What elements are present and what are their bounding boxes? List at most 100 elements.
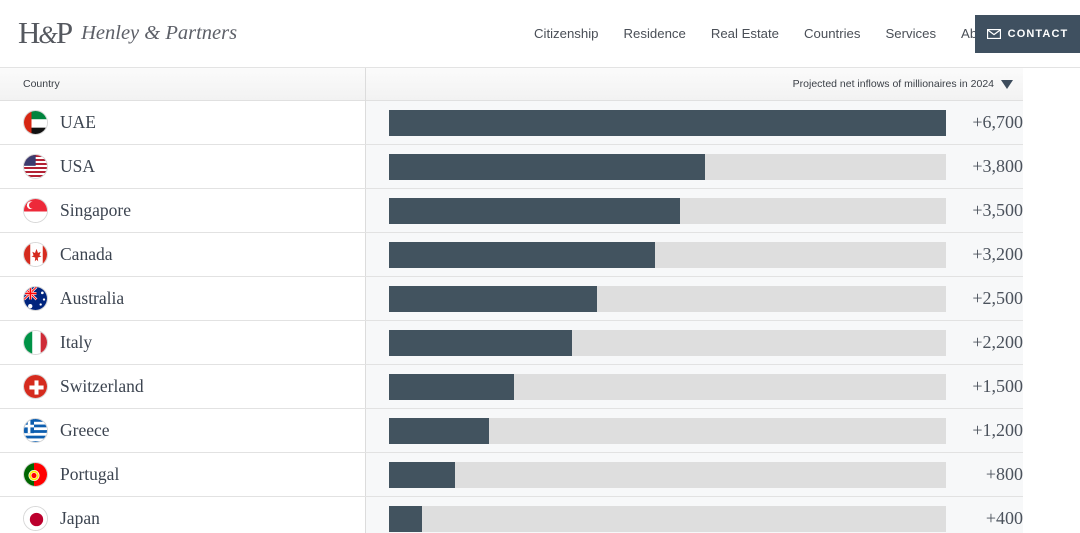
value-cell: +800 [946,453,1023,496]
nav-item-services[interactable]: Services [885,26,936,41]
contact-button[interactable]: CONTACT [975,15,1080,53]
bar-cell [366,409,946,452]
country-name: Greece [60,420,110,440]
flag-au-icon [23,286,48,311]
country-name: Canada [60,244,113,264]
bar-fill [389,241,656,268]
bar-cell [366,453,946,496]
country-name: Portugal [60,464,120,484]
value-cell: +2,200 [946,321,1023,364]
bar-fill [389,197,680,224]
value-cell: +1,200 [946,409,1023,452]
flag-gr-icon [23,418,48,443]
nav-item-countries[interactable]: Countries [804,26,860,41]
bar-fill [389,373,514,400]
bar-track [389,461,946,488]
value-cell: +3,500 [946,189,1023,232]
bar-cell [366,277,946,320]
table-row[interactable]: Greece +1,200 [0,409,1023,453]
table-body: UAE +6,700 USA +3,800 Singapore +3,500 Canada +… [0,101,1023,533]
nav-item-citizenship[interactable]: Citizenship [534,26,599,41]
table-row[interactable]: Switzerland +1,500 [0,365,1023,409]
value-cell: +6,700 [946,101,1023,144]
nav-item-residence[interactable]: Residence [624,26,686,41]
bar-track [389,285,946,312]
bar-cell [366,145,946,188]
flag-it-icon [23,330,48,355]
bar-cell [366,497,946,533]
flag-sg-icon [23,198,48,223]
contact-button-label: CONTACT [1007,28,1069,40]
bar-track [389,109,946,136]
bar-cell [366,365,946,408]
table-row[interactable]: Australia +2,500 [0,277,1023,321]
column-header-metric-label: Projected net inflows of millionaires in… [792,78,994,90]
bar-cell [366,101,946,144]
flag-ca-icon [23,242,48,267]
bar-fill [389,329,572,356]
flag-pt-icon [23,462,48,487]
value-cell: +400 [946,497,1023,533]
country-cell: Australia [0,277,366,320]
main-navigation: Citizenship Residence Real Estate Countr… [534,26,996,41]
bar-fill [389,285,597,312]
table-header-row: Country Projected net inflows of million… [0,67,1023,101]
bar-track [389,329,946,356]
bar-cell [366,189,946,232]
table-row[interactable]: USA +3,800 [0,145,1023,189]
value-cell: +3,800 [946,145,1023,188]
country-name: Italy [60,332,93,352]
table-row[interactable]: Portugal +800 [0,453,1023,497]
column-header-country[interactable]: Country [0,67,366,101]
envelope-icon [986,29,1001,39]
country-name: UAE [60,112,96,132]
brand-name: Henley & Partners [81,22,238,44]
table-row[interactable]: UAE +6,700 [0,101,1023,145]
column-header-country-label: Country [23,78,60,90]
nav-item-real-estate[interactable]: Real Estate [711,26,779,41]
bar-fill [389,153,705,180]
bar-cell [366,321,946,364]
flag-ch-icon [23,374,48,399]
bar-track [389,197,946,224]
country-cell: Portugal [0,453,366,496]
sort-descending-icon[interactable] [1001,79,1013,89]
country-cell: UAE [0,101,366,144]
column-header-metric[interactable]: Projected net inflows of millionaires in… [366,68,1023,101]
country-cell: Greece [0,409,366,452]
value-cell: +1,500 [946,365,1023,408]
table-row[interactable]: Japan +400 [0,497,1023,533]
bar-track [389,373,946,400]
country-name: Japan [60,508,100,528]
bar-fill [389,417,489,444]
table-row[interactable]: Singapore +3,500 [0,189,1023,233]
millionaire-inflows-table: Country Projected net inflows of million… [0,67,1023,533]
flag-jp-icon [23,506,48,531]
bar-track [389,241,946,268]
bar-fill [389,109,946,136]
country-name: Singapore [60,200,131,220]
site-header: H&P Henley & Partners Citizenship Reside… [0,0,1080,68]
country-cell: Singapore [0,189,366,232]
bar-fill [389,461,456,488]
bar-track [389,505,946,532]
country-name: Switzerland [60,376,144,396]
bar-track [389,153,946,180]
country-cell: Switzerland [0,365,366,408]
value-cell: +2,500 [946,277,1023,320]
bar-fill [389,505,423,532]
table-row[interactable]: Canada +3,200 [0,233,1023,277]
bar-cell [366,233,946,276]
brand-monogram-icon: H&P [18,15,73,50]
table-row[interactable]: Italy +2,200 [0,321,1023,365]
flag-ae-icon [23,110,48,135]
brand-logo[interactable]: H&P Henley & Partners [18,15,238,50]
country-name: Australia [60,288,125,308]
bar-track [389,417,946,444]
country-name: USA [60,156,96,176]
country-cell: Japan [0,497,366,533]
flag-us-icon [23,154,48,179]
country-cell: USA [0,145,366,188]
country-cell: Canada [0,233,366,276]
country-cell: Italy [0,321,366,364]
